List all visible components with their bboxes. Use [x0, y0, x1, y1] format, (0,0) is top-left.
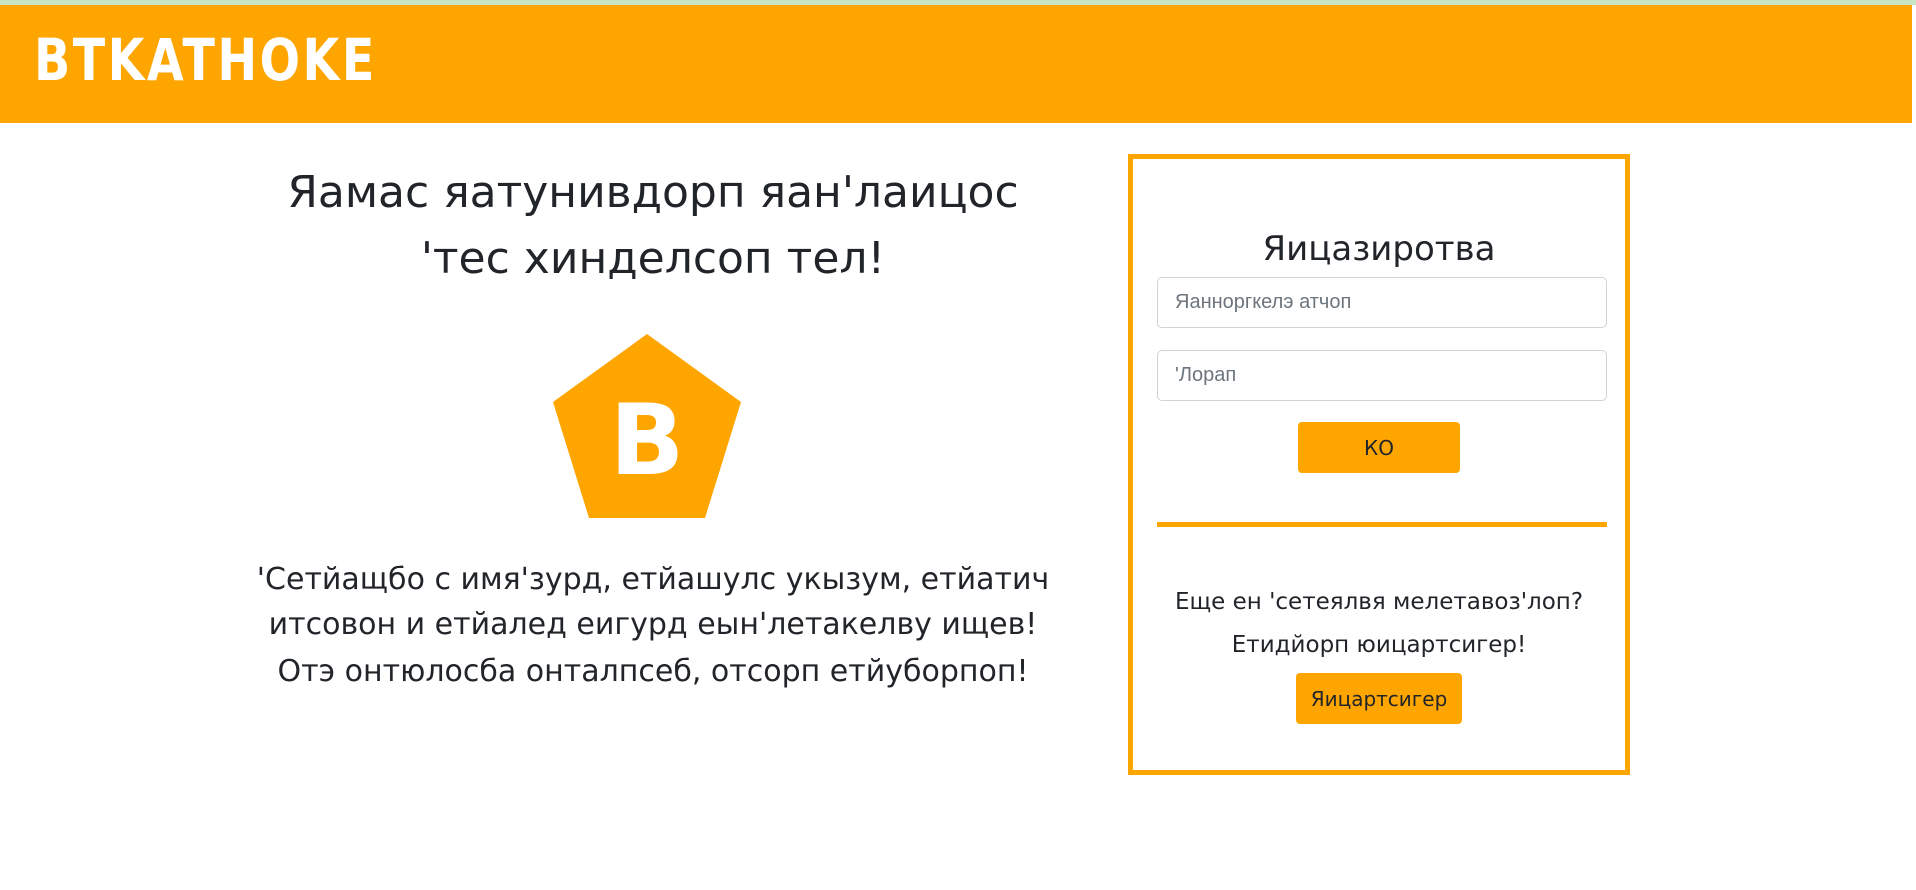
pentagon-logo-icon: B [553, 334, 741, 518]
logo-letter: B [610, 384, 685, 498]
register-button[interactable]: Яицартсигер [1296, 673, 1462, 724]
email-field[interactable] [1157, 277, 1607, 328]
description-text: 'Сетйащбо с имя'зурд, етйашулс укызум, е… [256, 562, 1050, 642]
no-account-text: Еще ен 'сетеялвя мелетавоз'лоп? [1174, 589, 1584, 615]
intro-section: Яамас яатунивдорп яан'лаицос 'тес хиндел… [200, 160, 1106, 689]
login-button[interactable]: КО [1298, 422, 1460, 473]
password-field[interactable] [1157, 350, 1607, 401]
register-prompt: Етидйорп юицартсигер! [1231, 632, 1527, 658]
login-title: Яицазиротва [1262, 229, 1496, 269]
login-card: Яицазиротва КО Еще ен 'сетеялвя мелетаво… [1128, 154, 1630, 775]
site-header: BTKATHOKE [0, 5, 1912, 123]
tagline-text: Отэ онтюлосба онталпсеб, отсорп етйуборп… [277, 654, 1029, 689]
headline-line-2: 'тес хинделсоп тел! [420, 233, 886, 284]
divider [1157, 522, 1607, 527]
brand-logo[interactable]: BTKATHOKE [34, 31, 377, 89]
intro-description: 'Сетйащбо с имя'зурд, етйашулс укызум, е… [200, 557, 1106, 694]
headline-line-1: Яамас яатунивдорп яан'лаицос [287, 167, 1019, 218]
page-headline: Яамас яатунивдорп яан'лаицос 'тес хиндел… [200, 160, 1106, 292]
